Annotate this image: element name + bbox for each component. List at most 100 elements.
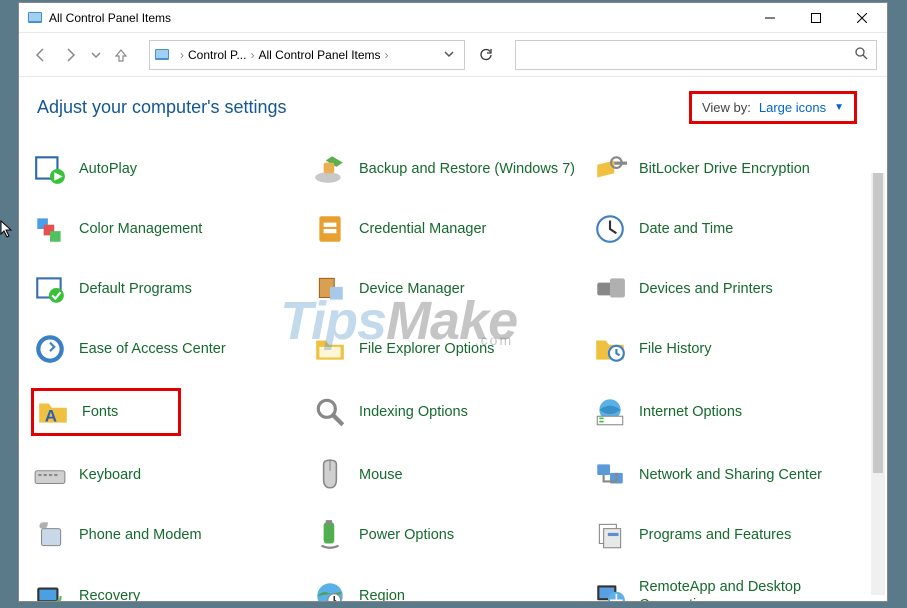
page-title: Adjust your computer's settings <box>37 97 287 118</box>
cp-item-autoplay[interactable]: AutoPlay <box>31 148 303 190</box>
datetime-icon <box>593 212 627 246</box>
cp-item-network[interactable]: Network and Sharing Center <box>591 454 863 496</box>
cp-item-power[interactable]: Power Options <box>311 514 583 556</box>
recent-dropdown[interactable] <box>89 43 103 67</box>
explorer-icon <box>313 332 347 366</box>
internet-icon <box>593 395 627 429</box>
item-label: File Explorer Options <box>359 340 494 358</box>
view-by-control[interactable]: View by: Large icons ▼ <box>689 91 857 124</box>
chevron-down-icon[interactable] <box>438 48 460 62</box>
search-input[interactable] <box>524 47 854 63</box>
control-panel-icon <box>154 47 170 63</box>
ease-icon <box>33 332 67 366</box>
breadcrumb-segment[interactable]: Control P... <box>188 48 246 62</box>
color-icon <box>33 212 67 246</box>
item-label: Default Programs <box>79 280 192 298</box>
cp-item-bitlocker[interactable]: BitLocker Drive Encryption <box>591 148 863 190</box>
cp-item-ease[interactable]: Ease of Access Center <box>31 328 303 370</box>
indexing-icon <box>313 395 347 429</box>
item-label: Devices and Printers <box>639 280 773 298</box>
view-by-label: View by: <box>702 100 751 115</box>
network-icon <box>593 458 627 492</box>
credential-icon <box>313 212 347 246</box>
power-icon <box>313 518 347 552</box>
content-header: Adjust your computer's settings View by:… <box>31 91 863 124</box>
remoteapp-icon <box>593 579 627 601</box>
item-label: Backup and Restore (Windows 7) <box>359 160 575 178</box>
devices-icon <box>593 272 627 306</box>
content-area: Adjust your computer's settings View by:… <box>19 77 887 601</box>
cp-item-backup[interactable]: Backup and Restore (Windows 7) <box>311 148 583 190</box>
back-button[interactable] <box>29 43 53 67</box>
item-label: Device Manager <box>359 280 465 298</box>
item-label: Phone and Modem <box>79 526 202 544</box>
cp-item-phone[interactable]: Phone and Modem <box>31 514 303 556</box>
phone-icon <box>33 518 67 552</box>
cp-item-datetime[interactable]: Date and Time <box>591 208 863 250</box>
item-label: File History <box>639 340 712 358</box>
window-title: All Control Panel Items <box>49 11 747 25</box>
item-label: Region <box>359 587 405 601</box>
mouse-icon <box>313 458 347 492</box>
cp-item-recovery[interactable]: Recovery <box>31 574 303 601</box>
item-label: Internet Options <box>639 403 742 421</box>
breadcrumb[interactable]: › Control P... › All Control Panel Items… <box>149 40 465 70</box>
search-box[interactable] <box>515 40 877 70</box>
scrollbar-thumb[interactable] <box>873 173 883 473</box>
recovery-icon <box>33 579 67 601</box>
scrollbar[interactable] <box>871 173 885 595</box>
cp-item-filehistory[interactable]: File History <box>591 328 863 370</box>
forward-button[interactable] <box>59 43 83 67</box>
item-label: Date and Time <box>639 220 733 238</box>
cp-item-credential[interactable]: Credential Manager <box>311 208 583 250</box>
bitlocker-icon <box>593 152 627 186</box>
caret-down-icon: ▼ <box>834 102 844 113</box>
cp-item-programs[interactable]: Programs and Features <box>591 514 863 556</box>
search-icon[interactable] <box>854 46 868 63</box>
close-button[interactable] <box>839 3 885 32</box>
item-label: Programs and Features <box>639 526 791 544</box>
svg-text:A: A <box>45 407 57 426</box>
window: All Control Panel Items › Control P... ›… <box>18 2 888 602</box>
keyboard-icon <box>33 458 67 492</box>
programs-icon <box>593 518 627 552</box>
item-label: Network and Sharing Center <box>639 466 822 484</box>
item-label: Indexing Options <box>359 403 468 421</box>
breadcrumb-segment[interactable]: All Control Panel Items <box>258 48 380 62</box>
cp-item-remoteapp[interactable]: RemoteApp and Desktop Connections <box>591 574 863 601</box>
cp-item-fonts[interactable]: AFonts <box>31 388 181 436</box>
fonts-icon: A <box>36 395 70 429</box>
filehistory-icon <box>593 332 627 366</box>
item-label: Ease of Access Center <box>79 340 226 358</box>
cp-item-explorer[interactable]: File Explorer Options <box>311 328 583 370</box>
item-label: Mouse <box>359 466 403 484</box>
window-controls <box>747 3 885 32</box>
region-icon <box>313 579 347 601</box>
item-label: Credential Manager <box>359 220 486 238</box>
refresh-button[interactable] <box>471 40 501 70</box>
cp-item-devices[interactable]: Devices and Printers <box>591 268 863 310</box>
backup-icon <box>313 152 347 186</box>
item-label: Color Management <box>79 220 202 238</box>
cp-item-color[interactable]: Color Management <box>31 208 303 250</box>
cp-item-default[interactable]: Default Programs <box>31 268 303 310</box>
chevron-right-icon: › <box>178 48 186 62</box>
cp-item-mouse[interactable]: Mouse <box>311 454 583 496</box>
devicemgr-icon <box>313 272 347 306</box>
titlebar: All Control Panel Items <box>19 3 887 33</box>
autoplay-icon <box>33 152 67 186</box>
cp-item-indexing[interactable]: Indexing Options <box>311 388 583 436</box>
chevron-right-icon: › <box>248 48 256 62</box>
chevron-right-icon: › <box>383 48 391 62</box>
cp-item-devicemgr[interactable]: Device Manager <box>311 268 583 310</box>
up-button[interactable] <box>109 43 133 67</box>
minimize-button[interactable] <box>747 3 793 32</box>
view-by-value: Large icons <box>759 100 826 115</box>
cursor-icon <box>0 220 14 238</box>
item-label: AutoPlay <box>79 160 137 178</box>
cp-item-region[interactable]: Region <box>311 574 583 601</box>
control-panel-icon <box>27 10 43 26</box>
maximize-button[interactable] <box>793 3 839 32</box>
cp-item-internet[interactable]: Internet Options <box>591 388 863 436</box>
cp-item-keyboard[interactable]: Keyboard <box>31 454 303 496</box>
